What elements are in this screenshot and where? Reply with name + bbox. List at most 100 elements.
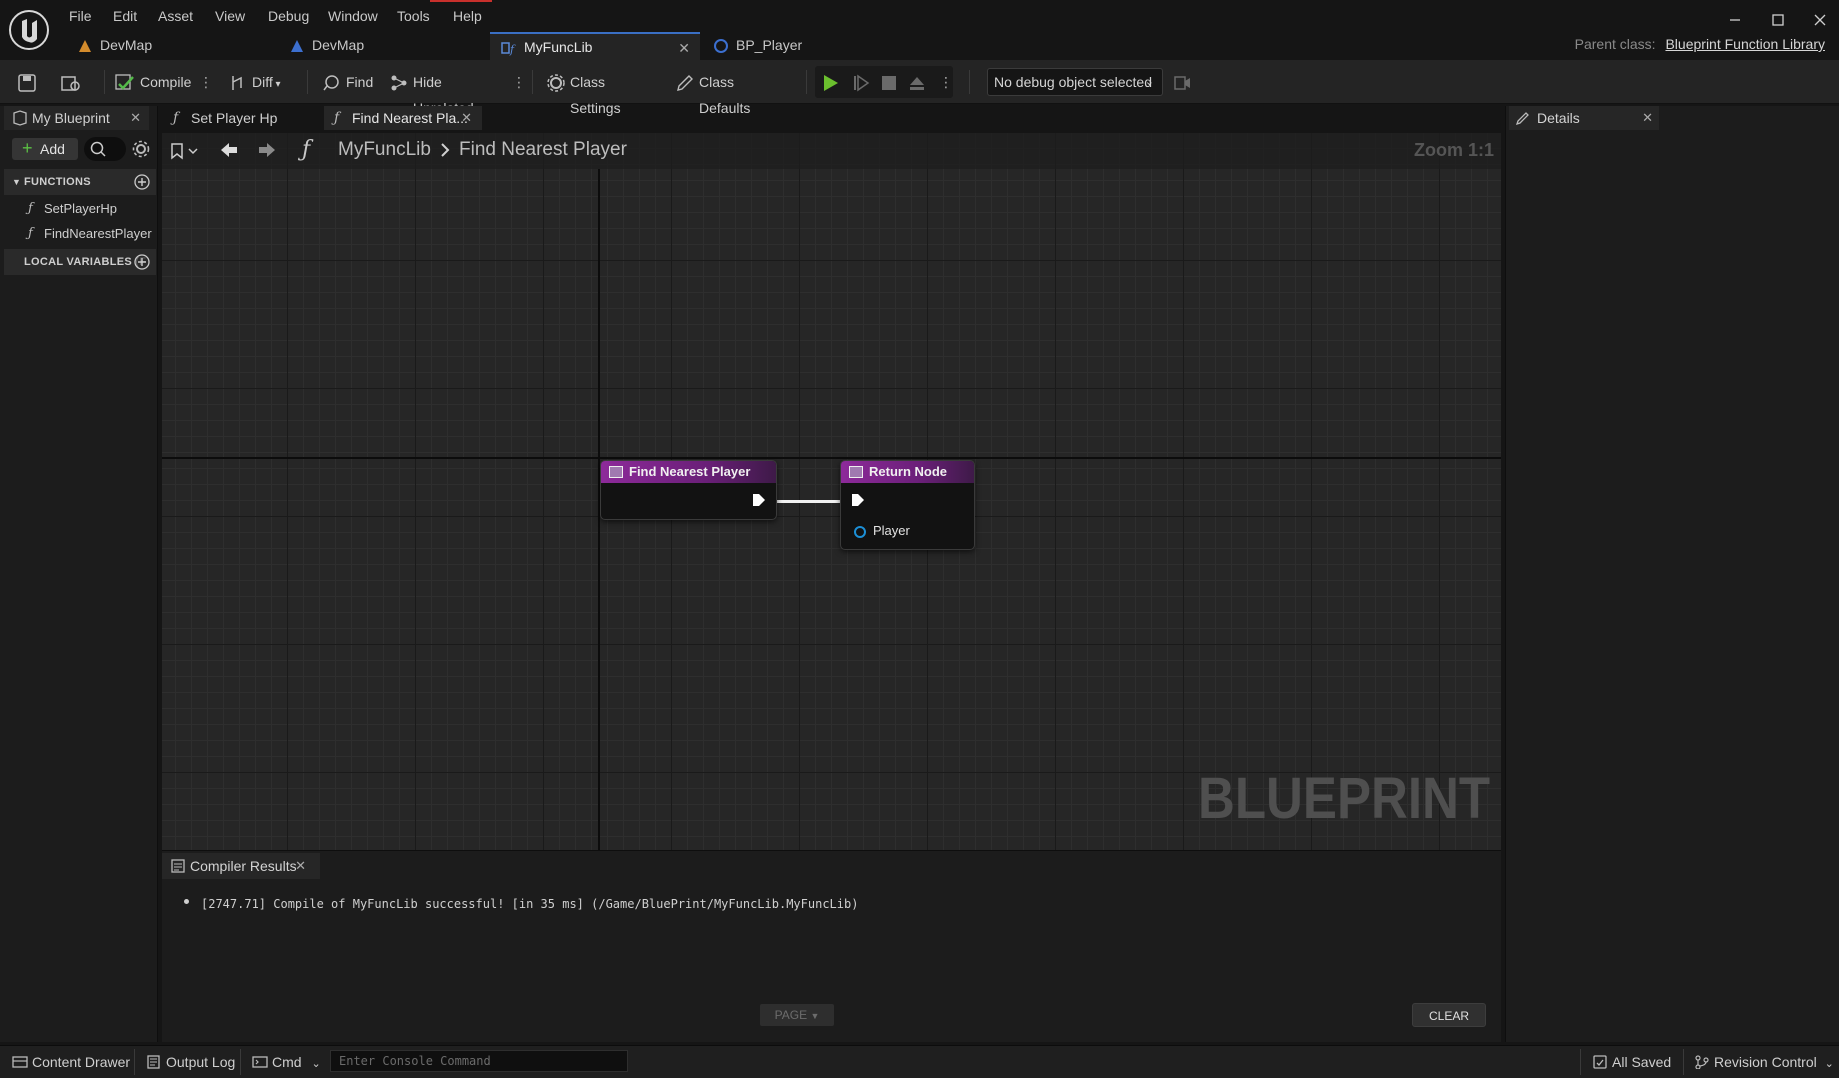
save-button[interactable] xyxy=(17,69,39,95)
function-item-setplayerhp[interactable]: ƒ SetPlayerHp xyxy=(28,198,117,220)
chevron-down-icon: ⌄ xyxy=(311,1058,321,1070)
menu-asset[interactable]: Asset xyxy=(158,6,193,26)
output-log-button[interactable]: Output Log xyxy=(146,1052,235,1072)
toolbar-separator xyxy=(104,70,105,94)
output-log-label: Output Log xyxy=(166,1054,236,1070)
step-icon[interactable] xyxy=(851,69,871,95)
eject-icon[interactable] xyxy=(907,69,927,95)
unreal-logo-icon[interactable] xyxy=(8,9,50,51)
all-saved-label: All Saved xyxy=(1612,1054,1672,1070)
function-item-label: FindNearestPlayer xyxy=(44,226,152,241)
add-variable-icon[interactable] xyxy=(134,254,150,270)
chevron-down-icon: ⌄ xyxy=(1144,76,1154,88)
function-item-findnearestplayer[interactable]: ƒ FindNearestPlayer xyxy=(28,223,152,245)
all-saved-button[interactable]: All Saved xyxy=(1592,1052,1671,1072)
parent-class-link[interactable]: Blueprint Function Library xyxy=(1665,36,1825,52)
page-label: PAGE xyxy=(774,1008,808,1022)
settings-gear-icon[interactable] xyxy=(131,139,151,159)
chevron-down-icon: ⌄ xyxy=(1824,1058,1834,1070)
close-tab-icon[interactable]: ✕ xyxy=(130,106,141,130)
close-window-icon[interactable] xyxy=(1810,10,1830,30)
functions-section-header[interactable]: ▼ FUNCTIONS xyxy=(4,169,156,195)
stop-icon[interactable] xyxy=(879,69,899,95)
find-button[interactable]: Find xyxy=(322,69,378,95)
bookmark-icon[interactable] xyxy=(169,141,203,161)
menu-view[interactable]: View xyxy=(215,6,245,26)
minimize-icon[interactable] xyxy=(1725,10,1745,30)
my-blueprint-panel xyxy=(0,106,158,1042)
compiler-results-icon xyxy=(170,858,186,874)
debug-object-value: No debug object selected xyxy=(994,74,1152,90)
details-tab[interactable]: Details ✕ xyxy=(1509,106,1659,130)
doc-tab-devmap-2[interactable]: DevMap xyxy=(278,32,490,60)
diff-icon xyxy=(232,76,242,90)
function-node-icon xyxy=(849,466,863,478)
doc-tab-label: DevMap xyxy=(312,37,365,53)
parent-class-label: Parent class: xyxy=(1574,36,1656,52)
clear-button[interactable]: CLEAR xyxy=(1412,1003,1486,1027)
maximize-icon[interactable] xyxy=(1768,10,1788,30)
forward-arrow-icon[interactable] xyxy=(256,139,278,161)
browse-asset-button[interactable] xyxy=(60,69,84,95)
breadcrumb-library[interactable]: MyFuncLib xyxy=(338,139,431,161)
menu-window[interactable]: Window xyxy=(328,6,378,26)
local-variables-section-header[interactable]: LOCAL VARIABLES (F xyxy=(4,249,156,275)
blueprint-graph-canvas[interactable] xyxy=(162,133,1501,850)
hide-unrelated-button[interactable]: Hide Unrelated xyxy=(389,69,503,116)
compile-button[interactable]: Compile xyxy=(114,69,194,95)
class-settings-button[interactable]: Class Settings xyxy=(546,69,654,116)
my-blueprint-tab[interactable]: My Blueprint ✕ xyxy=(4,106,149,130)
graph-tab-set-player-hp[interactable]: ƒ Set Player Hp xyxy=(163,106,321,130)
class-defaults-button[interactable]: Class Defaults xyxy=(675,69,787,116)
hide-unrelated-options-icon[interactable]: ⋮ xyxy=(512,69,526,95)
diff-button[interactable]: Diff ▾ xyxy=(228,69,290,95)
blueprint-class-icon xyxy=(712,37,730,55)
zoom-level: Zoom 1:1 xyxy=(1413,140,1494,160)
close-tab-icon[interactable]: ✕ xyxy=(461,106,472,130)
function-icon: ƒ xyxy=(28,226,33,241)
add-button[interactable]: + Add xyxy=(12,138,78,160)
content-drawer-button[interactable]: Content Drawer xyxy=(12,1052,130,1072)
doc-tab-bp-player[interactable]: BP_Player xyxy=(702,32,912,60)
revision-control-button[interactable]: Revision Control ⌄ xyxy=(1694,1052,1834,1072)
debug-filter-icon[interactable] xyxy=(1172,69,1192,95)
play-options-icon[interactable]: ⋮ xyxy=(939,69,953,95)
compiler-message: [2747.71] Compile of MyFuncLib successfu… xyxy=(201,897,859,911)
status-separator xyxy=(1580,1049,1581,1075)
add-function-icon[interactable] xyxy=(134,174,150,190)
search-input[interactable] xyxy=(84,137,126,161)
search-icon xyxy=(90,141,106,157)
compiler-results-tab[interactable]: Compiler Results ✕ xyxy=(162,853,320,879)
close-tab-icon[interactable]: ✕ xyxy=(678,35,690,61)
menu-edit[interactable]: Edit xyxy=(113,6,137,26)
play-icon[interactable] xyxy=(820,69,842,95)
function-icon: ƒ xyxy=(28,201,33,216)
function-icon: ƒ xyxy=(334,110,340,126)
exec-output-pin-icon[interactable] xyxy=(751,492,767,508)
toolbar-separator xyxy=(532,70,533,94)
page-dropdown[interactable]: PAGE ▼ xyxy=(760,1004,834,1026)
debug-object-select[interactable]: No debug object selected ⌄ xyxy=(987,68,1163,96)
function-library-icon: f xyxy=(500,39,518,57)
object-input-pin-icon[interactable] xyxy=(853,525,867,539)
return-node[interactable]: Return Node Player xyxy=(840,460,975,550)
doc-tab-devmap-1[interactable]: DevMap xyxy=(66,32,278,60)
exec-input-pin-icon[interactable] xyxy=(850,492,866,508)
status-separator xyxy=(240,1049,241,1075)
close-tab-icon[interactable]: ✕ xyxy=(295,853,306,879)
menu-tools[interactable]: Tools xyxy=(397,6,430,26)
back-arrow-icon[interactable] xyxy=(218,139,240,161)
menu-debug[interactable]: Debug xyxy=(268,6,309,26)
cmd-dropdown[interactable]: Cmd ⌄ xyxy=(252,1052,321,1072)
find-label: Find xyxy=(346,74,374,90)
menu-file[interactable]: File xyxy=(69,6,92,26)
compile-options-icon[interactable]: ⋮ xyxy=(199,69,213,95)
graph-tab-find-nearest-player[interactable]: ƒ Find Nearest Pla... ✕ xyxy=(324,106,482,130)
node-title: Find Nearest Player xyxy=(629,464,751,479)
menu-help[interactable]: Help xyxy=(453,6,482,26)
console-command-input[interactable]: Enter Console Command xyxy=(330,1050,628,1072)
graph-origin-axis-horizontal xyxy=(162,457,1501,459)
function-entry-node[interactable]: Find Nearest Player xyxy=(600,460,777,520)
doc-tab-myfunclib[interactable]: f MyFuncLib ✕ xyxy=(490,32,700,60)
close-tab-icon[interactable]: ✕ xyxy=(1642,106,1653,130)
